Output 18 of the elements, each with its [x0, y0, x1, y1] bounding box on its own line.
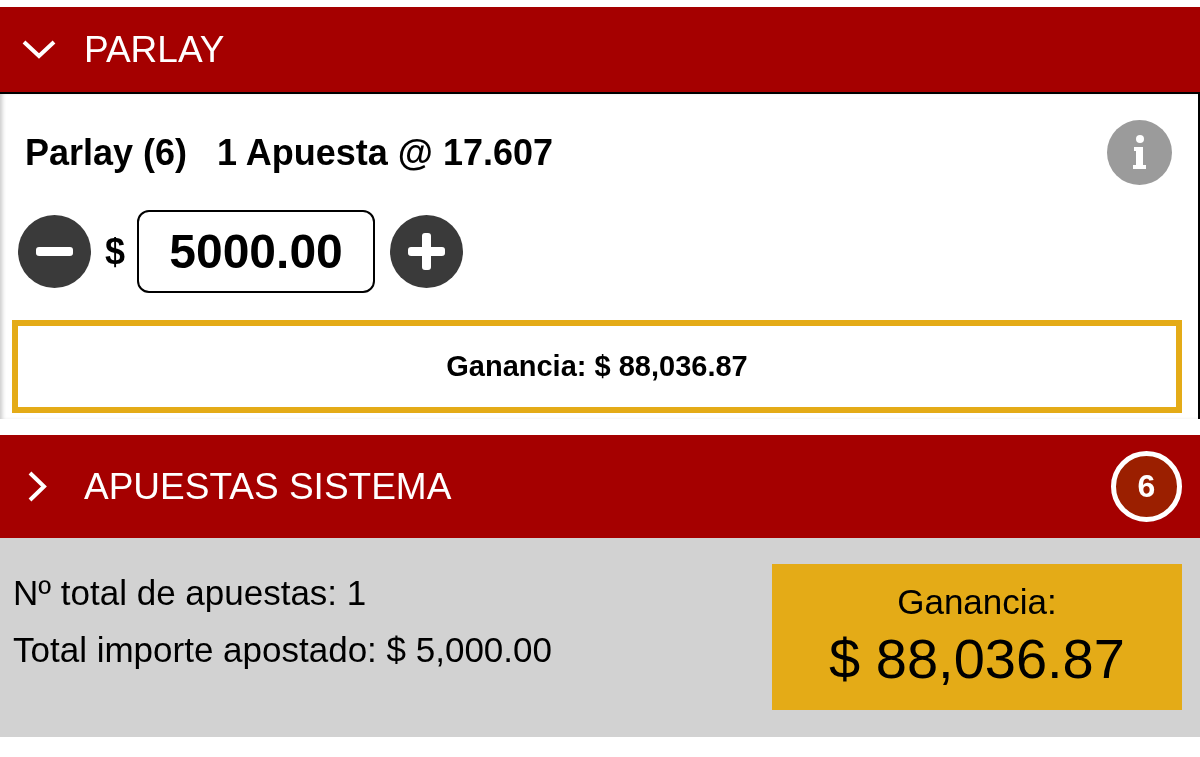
summary-line: Nº total de apuestas: 1	[13, 572, 368, 614]
bet-type-label: Parlay (6)	[25, 131, 188, 174]
summary-line: Total importe apostado: $ 5,000.00	[13, 629, 552, 671]
winnings-amount: $ 88,036.87	[829, 626, 1125, 692]
info-button[interactable]	[1107, 120, 1172, 185]
decrease-button[interactable]	[18, 215, 91, 288]
info-icon	[1107, 120, 1172, 185]
winnings-label: Ganancia:	[897, 581, 1057, 623]
bet-odds-label: 1 Apuesta @ 17.607	[217, 131, 554, 174]
section-header[interactable]: APUESTAS SISTEMA 6	[0, 435, 1200, 538]
currency-label: $	[105, 230, 126, 273]
count-badge: 6	[1111, 451, 1182, 522]
stake-input[interactable]: 5000.00	[137, 210, 376, 293]
increase-button[interactable]	[390, 215, 464, 288]
plus-icon	[390, 215, 464, 288]
winnings-summary: Ganancia: $ 88,036.87	[12, 320, 1182, 413]
minus-icon	[18, 215, 91, 288]
section-header[interactable]: PARLAY	[0, 7, 1200, 92]
